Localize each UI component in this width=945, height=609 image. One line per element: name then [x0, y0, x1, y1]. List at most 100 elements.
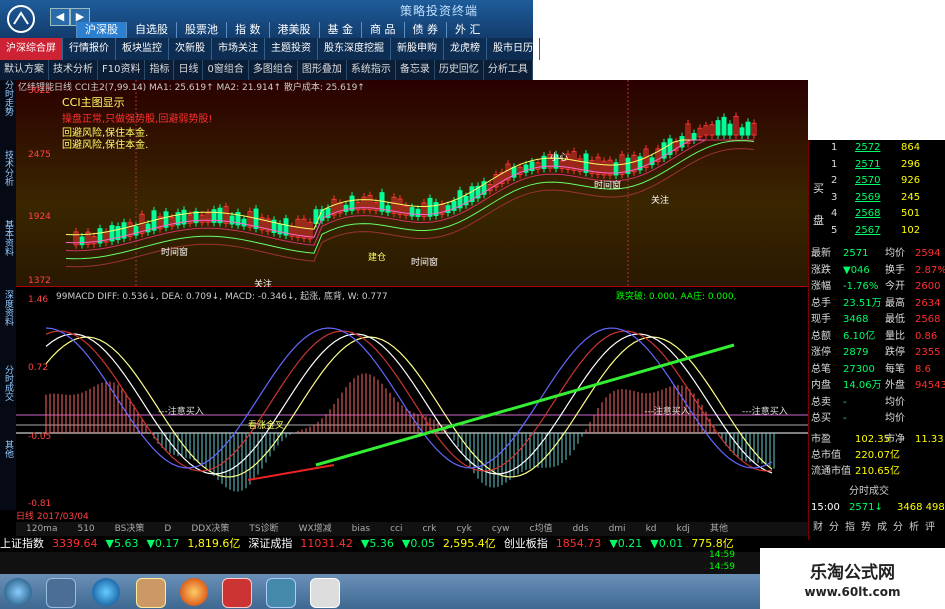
start-button-icon[interactable]: [4, 578, 32, 606]
indicator-tab[interactable]: BS决策: [105, 522, 155, 536]
macd-label-3: ---注意买入: [742, 407, 788, 417]
trading-app-icon[interactable]: [222, 578, 252, 608]
indicator-tab[interactable]: DDX决策: [181, 522, 239, 536]
left-tab[interactable]: 其他: [1, 440, 15, 458]
toolbar-item[interactable]: 技术分析: [49, 60, 98, 80]
market-menu-item[interactable]: 商 品: [361, 22, 404, 38]
macd-label-4: 看涨金叉: [248, 421, 285, 431]
panel-tab[interactable]: 成: [877, 520, 887, 536]
nav-tab[interactable]: 板块监控: [116, 38, 169, 60]
indicator-tab[interactable]: 其他: [700, 522, 738, 536]
market-menu-item[interactable]: 沪深股: [76, 22, 126, 38]
macd-label-1: ---注意买入: [158, 407, 204, 417]
trade-row: 15:00 2571↓ 3468 498: [809, 500, 945, 516]
trade-tab[interactable]: 分时成交: [849, 482, 889, 497]
indicator-tab[interactable]: WX增减: [289, 522, 342, 536]
indicator-tab[interactable]: D: [154, 522, 181, 536]
panel-tab[interactable]: 财: [813, 520, 823, 536]
market-cell: 市盈: [811, 433, 831, 445]
market-menu-item[interactable]: 港美股: [268, 22, 319, 38]
stat-cell: 每笔: [885, 363, 905, 375]
left-tab[interactable]: 基本资料: [1, 220, 15, 256]
trade-vol: 3468 498: [897, 501, 945, 513]
media-player-icon[interactable]: [46, 578, 76, 608]
toolbar-item[interactable]: 默认方案: [0, 60, 49, 80]
ticker-name[interactable]: 深证成指: [248, 537, 292, 550]
nav-tab[interactable]: 新股申购: [391, 38, 444, 60]
left-tab[interactable]: 技术分析: [1, 150, 15, 186]
market-menu-item[interactable]: 股票池: [176, 22, 226, 38]
left-vertical-tabs: 分时走势技术分析基本资料深度资料分时成交其他: [0, 80, 16, 510]
indicator-tab[interactable]: kd: [636, 522, 667, 536]
kline-pane[interactable]: 亿纬锂能日线 CCI主2(7,99.14) MA1: 25.619↑ MA2: …: [16, 80, 808, 290]
panel-tab[interactable]: 分: [829, 520, 839, 536]
stat-cell: 94543: [915, 380, 945, 391]
toolbar-item[interactable]: 0窗组合: [203, 60, 249, 80]
indicator-tab[interactable]: kdj: [667, 522, 700, 536]
market-menu-item[interactable]: 债 券: [403, 22, 447, 38]
toolbar-item[interactable]: 系统指示: [347, 60, 396, 80]
nav-tab[interactable]: 次新股: [169, 38, 212, 60]
left-tab[interactable]: 深度资料: [1, 290, 15, 326]
stat-cell: 3468: [843, 314, 869, 325]
indicator-tab[interactable]: bias: [342, 522, 380, 536]
nav-tab[interactable]: 股市日历: [487, 38, 540, 60]
date-label: 日线 2017/03/04: [16, 512, 89, 522]
indicator-tab[interactable]: 120ma: [16, 522, 67, 536]
panel-tab[interactable]: 评: [925, 520, 935, 536]
market-menu-item[interactable]: 自选股: [126, 22, 176, 38]
stat-cell: 2879: [843, 347, 869, 358]
panel-tab[interactable]: 析: [909, 520, 919, 536]
toolbar-item[interactable]: 多图组合: [249, 60, 298, 80]
left-tab[interactable]: 分时走势: [1, 80, 15, 116]
toolbar-item[interactable]: F10资料: [98, 60, 146, 80]
indicator-tab[interactable]: cyk: [446, 522, 482, 536]
toolbar-item[interactable]: 备忘录: [396, 60, 435, 80]
nav-tab[interactable]: 行情报价: [63, 38, 116, 60]
network-icon[interactable]: [266, 578, 296, 608]
nav-tab[interactable]: 股东深度挖掘: [318, 38, 391, 60]
indicator-tab[interactable]: dds: [562, 522, 598, 536]
market-menu-item[interactable]: 基 金: [318, 22, 362, 38]
stat-cell: 6.10亿: [843, 330, 876, 342]
market-menu-item[interactable]: 外 汇: [446, 22, 489, 38]
macd-pane[interactable]: 99MACD DIFF: 0.536↓, DEA: 0.709↓, MACD: …: [16, 287, 808, 512]
app-circle-icon[interactable]: [180, 578, 208, 606]
market-cell: 总市值: [811, 449, 841, 461]
panel-tab[interactable]: 指: [845, 520, 855, 536]
stat-row: 涨停 2879 跌停 2355: [809, 345, 945, 361]
indicator-tab[interactable]: crk: [412, 522, 446, 536]
stat-cell: 均价: [885, 413, 905, 424]
browser-icon[interactable]: [92, 578, 120, 606]
app-logo-icon: [6, 4, 36, 34]
document-icon[interactable]: [310, 578, 340, 608]
indicator-tab[interactable]: c均值: [520, 522, 563, 536]
toolbar-item[interactable]: 图形叠加: [298, 60, 347, 80]
ticker-name[interactable]: 上证指数: [0, 537, 44, 550]
back-button[interactable]: ◀: [50, 8, 70, 26]
indicator-tab[interactable]: 510: [67, 522, 104, 536]
left-tab[interactable]: 分时成交: [1, 365, 15, 401]
toolbar-item[interactable]: 分析工具: [484, 60, 533, 80]
annotation-1: 时间窗: [161, 248, 189, 258]
nav-tab[interactable]: 龙虎榜: [444, 38, 487, 60]
indicator-tab[interactable]: cyw: [482, 522, 520, 536]
nav-tab[interactable]: 主题投资: [265, 38, 318, 60]
macd-y-1: 1.46: [28, 295, 49, 305]
nav-tab[interactable]: 沪深综合屏: [0, 38, 63, 60]
toolbar-item[interactable]: 历史回忆: [435, 60, 484, 80]
order-volume: 102: [901, 224, 921, 236]
indicator-tab[interactable]: cci: [380, 522, 412, 536]
toolbar-item[interactable]: 日线: [174, 60, 204, 80]
toolbar-item[interactable]: 指标: [145, 60, 175, 80]
market-menu-item[interactable]: 指 数: [226, 22, 269, 38]
folder-icon[interactable]: [136, 578, 166, 608]
panel-tab[interactable]: 分: [893, 520, 903, 536]
panel-tab[interactable]: 势: [861, 520, 871, 536]
ticker-pct: ▼0.01: [650, 537, 684, 550]
scroll-bar[interactable]: [0, 552, 760, 574]
indicator-tab[interactable]: TS诊断: [239, 522, 288, 536]
indicator-tab[interactable]: dmi: [599, 522, 636, 536]
nav-tab[interactable]: 市场关注: [212, 38, 265, 60]
ticker-name[interactable]: 创业板指: [504, 537, 548, 550]
